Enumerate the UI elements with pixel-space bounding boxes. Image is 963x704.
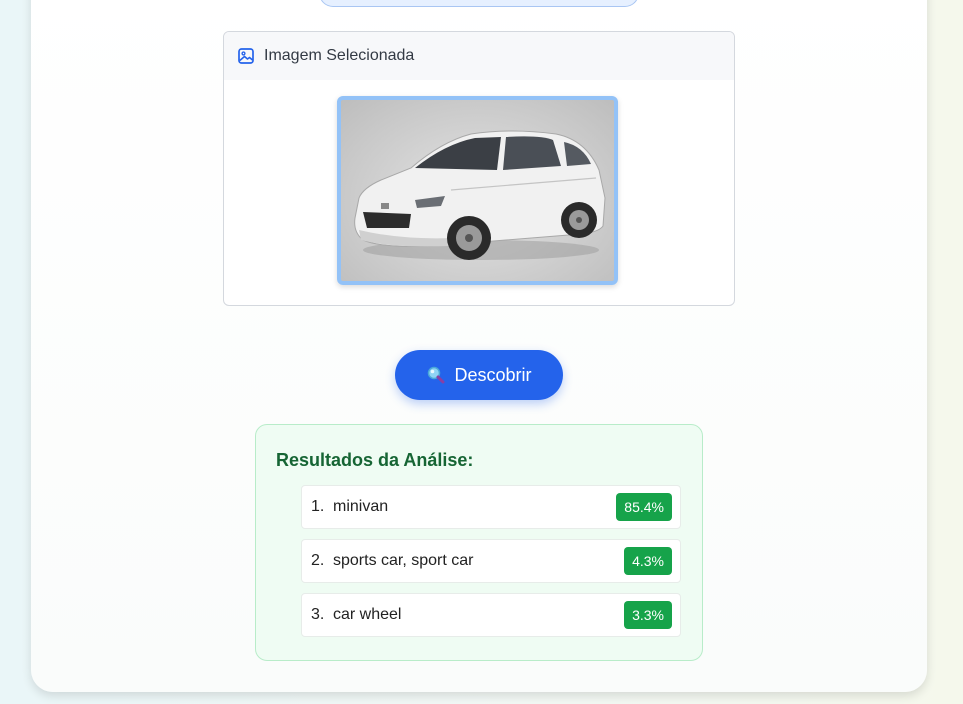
result-label: car wheel: [333, 606, 402, 623]
preview-title: Imagem Selecionada: [264, 47, 415, 64]
result-row: 1. minivan 85.4%: [301, 485, 681, 529]
result-score-badge: 4.3%: [624, 547, 672, 575]
main-card: Imagem Selecionada Descobrir Resultados …: [31, 0, 927, 692]
car-photo: [354, 130, 606, 260]
result-rank: 2.: [311, 552, 325, 569]
image-icon: [237, 47, 255, 65]
results-title: Resultados da Análise:: [276, 450, 474, 470]
result-row: 2. sports car, sport car 4.3%: [301, 539, 681, 583]
result-label: sports car, sport car: [333, 552, 474, 569]
preview-header: Imagem Selecionada: [224, 32, 734, 80]
result-rank: 3.: [311, 606, 325, 623]
results-panel: Resultados da Análise: 1. minivan 85.4% …: [255, 424, 703, 661]
result-label: minivan: [333, 498, 389, 515]
result-row: 3. car wheel 3.3%: [301, 593, 681, 637]
result-rank: 1.: [311, 498, 325, 515]
result-score-badge: 3.3%: [624, 601, 672, 629]
result-score-badge: 85.4%: [616, 493, 672, 521]
upload-area-edge[interactable]: [319, 0, 639, 7]
discover-button-label: Descobrir: [454, 364, 532, 385]
discover-button[interactable]: Descobrir: [395, 350, 563, 400]
image-preview-panel: Imagem Selecionada: [223, 31, 735, 306]
magnifier-icon: [426, 365, 446, 385]
selected-image: [337, 96, 618, 285]
